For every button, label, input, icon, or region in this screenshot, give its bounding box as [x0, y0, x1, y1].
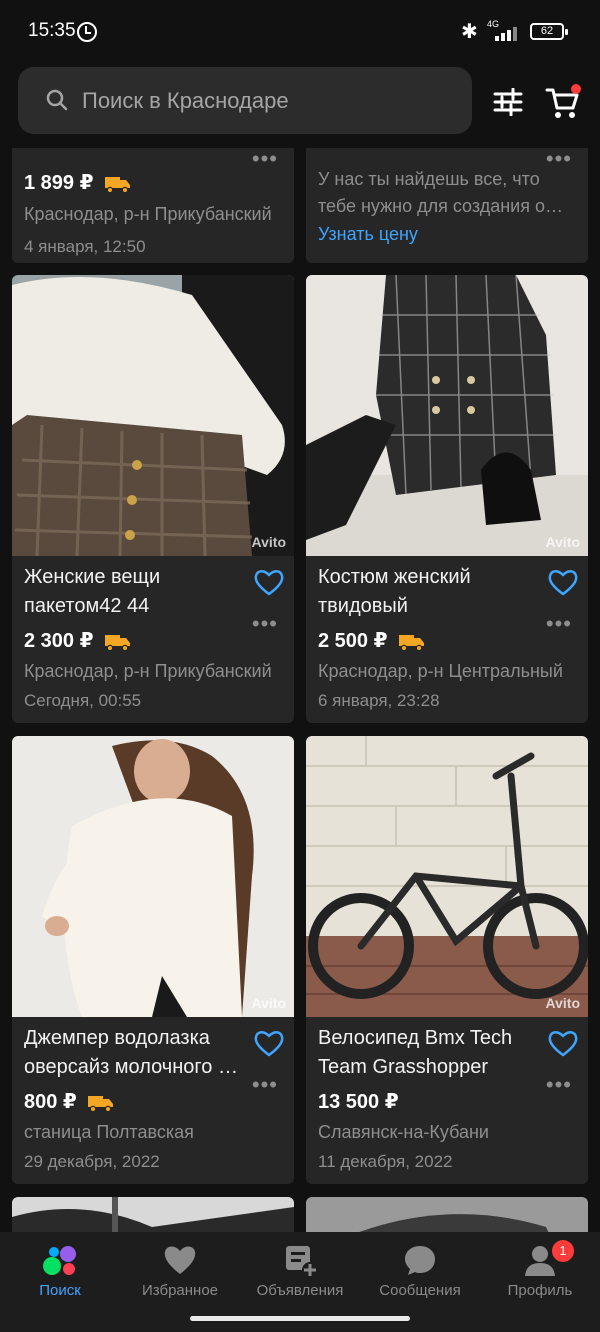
- search-colored-dots-icon: [43, 1246, 76, 1275]
- more-options-icon[interactable]: •••: [252, 148, 278, 170]
- delivery-icon: [105, 176, 131, 193]
- favorite-heart-icon[interactable]: [548, 568, 578, 596]
- more-options-icon[interactable]: •••: [546, 1074, 572, 1096]
- avito-watermark: Avito: [251, 534, 286, 550]
- listing-description: У нас ты найдешь все, что тебе нужно для…: [318, 169, 573, 216]
- nav-label: Профиль: [507, 1282, 573, 1299]
- listing-photo[interactable]: Avito: [12, 736, 294, 1017]
- status-bar: 15:35 ✱ 4G 62: [0, 0, 600, 52]
- favorite-heart-icon[interactable]: [548, 1029, 578, 1057]
- more-options-icon[interactable]: •••: [252, 613, 278, 635]
- search-bar[interactable]: [18, 67, 472, 134]
- heart-icon: [164, 1246, 196, 1274]
- header: [0, 52, 600, 148]
- listing-date: Сегодня, 00:55: [24, 691, 142, 710]
- price-link[interactable]: Узнать цену: [318, 224, 418, 245]
- listing-price: 800 ₽: [24, 1089, 114, 1114]
- battery-icon: 62: [530, 23, 568, 40]
- more-options-icon[interactable]: •••: [252, 1074, 278, 1096]
- avito-watermark: Avito: [545, 534, 580, 550]
- alarm-icon: [77, 22, 97, 42]
- listing-card[interactable]: [12, 1197, 294, 1232]
- listing-price: 2 300 ₽: [24, 628, 131, 653]
- listing-date: 4 января, 12:50: [24, 237, 146, 256]
- nav-label: Объявления: [256, 1282, 344, 1299]
- listing-card[interactable]: Avito Женские вещи пакетом42 44 ••• 2 30…: [12, 275, 294, 723]
- listing-card[interactable]: Avito Костюм женский твидовый ••• 2 500 …: [306, 275, 588, 723]
- nav-profile[interactable]: 1 Профиль: [480, 1232, 600, 1332]
- nav-label: Сообщения: [379, 1282, 461, 1299]
- avito-watermark: Avito: [251, 995, 286, 1011]
- notification-badge: 1: [552, 1240, 574, 1262]
- listing-photo[interactable]: [12, 1197, 294, 1232]
- delivery-icon: [399, 634, 425, 651]
- listing-photo[interactable]: Avito: [12, 275, 294, 556]
- bottom-navigation: Поиск Избранное Объявления Сообщения 1 П…: [0, 1232, 600, 1332]
- listing-location: Краснодар, р-н Прикубанский: [24, 204, 272, 224]
- listing-photo[interactable]: Avito: [306, 275, 588, 556]
- listing-feed[interactable]: ••• 1 899 ₽ Краснодар, р-н Прикубанский …: [0, 148, 600, 1232]
- home-indicator[interactable]: [190, 1316, 410, 1321]
- listing-card[interactable]: ••• 1 899 ₽ Краснодар, р-н Прикубанский …: [12, 148, 294, 263]
- battery-level: 62: [540, 25, 554, 37]
- favorite-heart-icon[interactable]: [254, 568, 284, 596]
- listing-price: 2 500 ₽: [318, 628, 425, 653]
- more-options-icon[interactable]: •••: [546, 613, 572, 635]
- signal-icon: 4G: [487, 19, 523, 43]
- bluetooth-icon: ✱: [461, 21, 478, 43]
- search-icon: [46, 89, 68, 111]
- listing-location: Краснодар, р-н Центральный: [318, 661, 563, 681]
- nav-search[interactable]: Поиск: [0, 1232, 120, 1332]
- listing-card-ad[interactable]: ••• У нас ты найдешь все, что тебе нужно…: [306, 148, 588, 263]
- listing-photo[interactable]: Avito: [306, 736, 588, 1017]
- nav-label: Поиск: [39, 1282, 81, 1299]
- delivery-icon: [105, 634, 131, 651]
- listing-location: Краснодар, р-н Прикубанский: [24, 661, 272, 681]
- listing-date: 29 декабря, 2022: [24, 1152, 160, 1171]
- listing-title: Костюм женский твидовый: [318, 566, 471, 617]
- listing-title: Велосипед Bmx Tech Team Grasshopper: [318, 1027, 513, 1078]
- listing-date: 6 января, 23:28: [318, 691, 440, 710]
- listing-location: станица Полтавская: [24, 1122, 194, 1142]
- nav-label: Избранное: [141, 1282, 219, 1299]
- listing-title: Женские вещи пакетом42 44: [24, 566, 161, 617]
- more-options-icon[interactable]: •••: [546, 148, 572, 170]
- listing-card[interactable]: [306, 1197, 588, 1232]
- filter-icon[interactable]: [493, 88, 523, 116]
- cart-notification-dot: [571, 84, 581, 94]
- listing-title: Джемпер водолазка оверсайз молочного цве…: [24, 1027, 248, 1078]
- listing-photo[interactable]: [306, 1197, 588, 1232]
- listing-price: 13 500 ₽: [318, 1091, 399, 1113]
- listing-card[interactable]: Avito Велосипед Bmx Tech Team Grasshoppe…: [306, 736, 588, 1184]
- favorite-heart-icon[interactable]: [254, 1029, 284, 1057]
- network-type: 4G: [487, 19, 500, 29]
- cart-icon[interactable]: [545, 84, 581, 120]
- listing-price: 1 899 ₽: [24, 170, 131, 195]
- delivery-icon: [88, 1095, 114, 1112]
- search-input[interactable]: [82, 67, 452, 134]
- listing-card[interactable]: Avito Джемпер водолазка оверсайз молочно…: [12, 736, 294, 1184]
- avito-watermark: Avito: [545, 995, 580, 1011]
- listing-add-icon: [286, 1246, 318, 1278]
- status-time: 15:35: [28, 20, 76, 41]
- listing-location: Славянск-на-Кубани: [318, 1122, 489, 1142]
- listing-date: 11 декабря, 2022: [318, 1152, 453, 1171]
- chat-bubble-icon: [405, 1246, 435, 1275]
